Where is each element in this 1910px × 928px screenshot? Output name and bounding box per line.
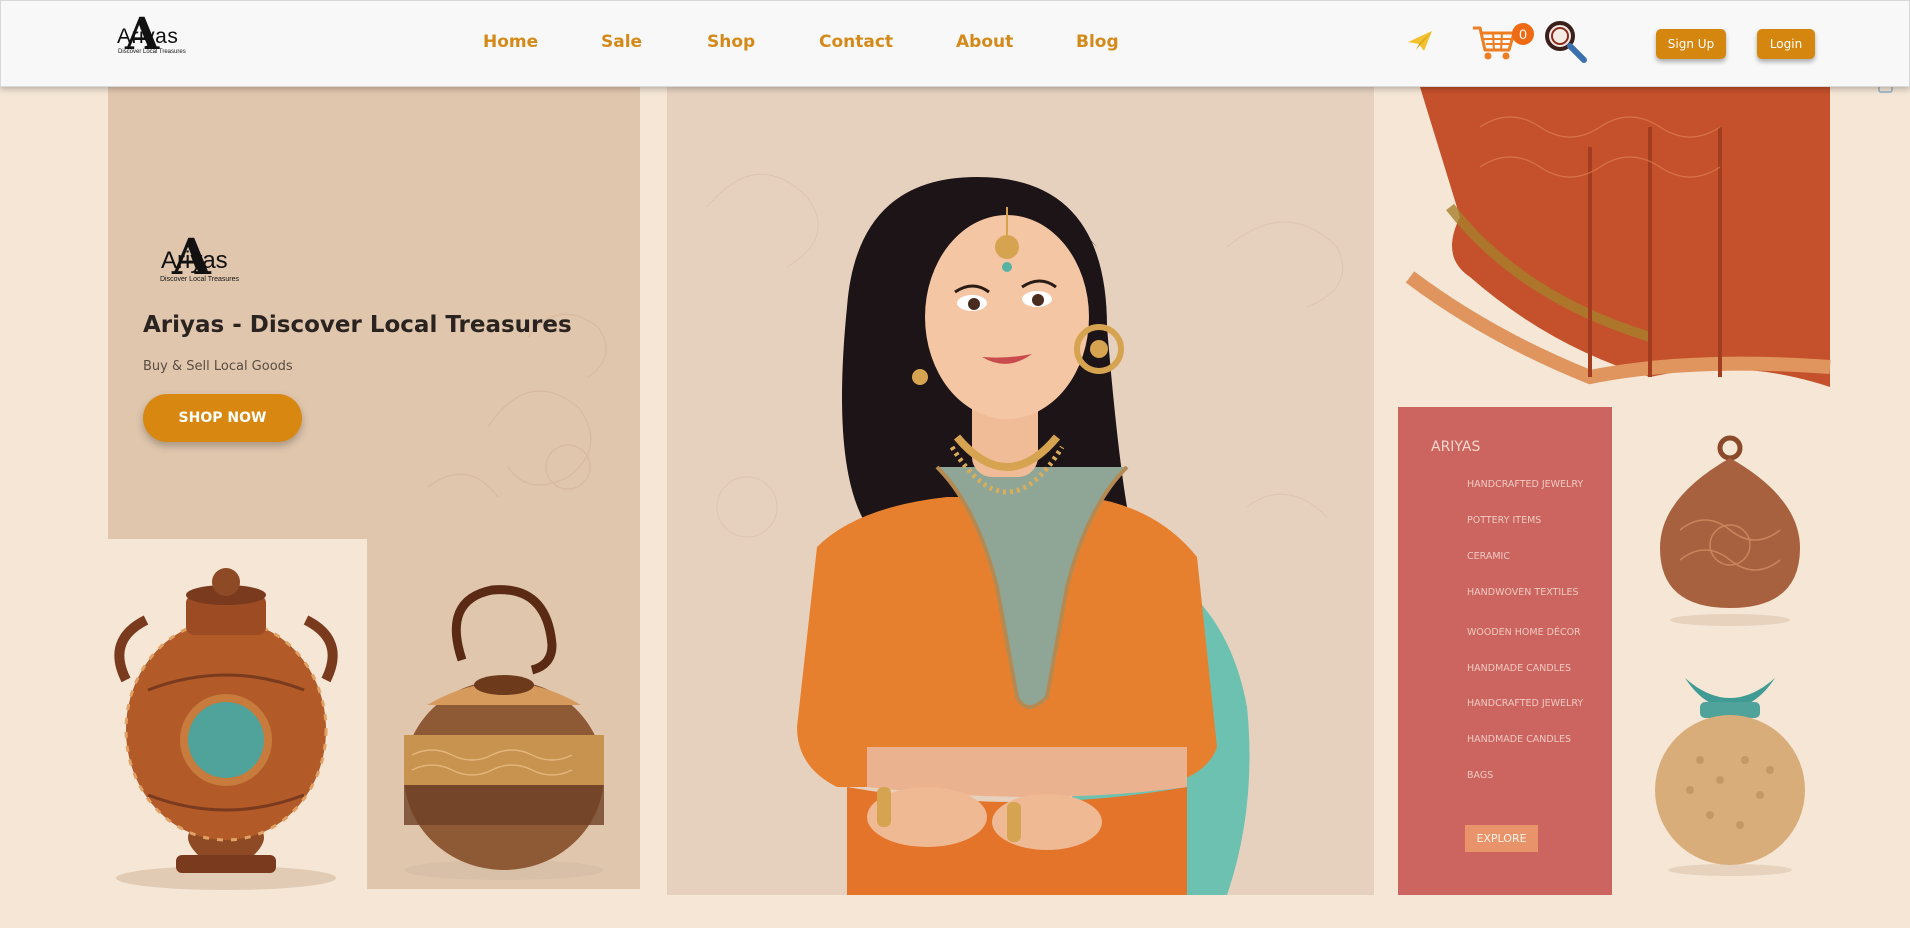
top-navigation-bar: A Ariyas Discover Local Treasures Home S…	[0, 0, 1910, 87]
hero-logo-tagline: Discover Local Treasures	[160, 276, 239, 283]
category-item[interactable]: HANDMADE CANDLES	[1467, 663, 1571, 674]
category-item[interactable]: HANDWOVEN TEXTILES	[1467, 587, 1578, 598]
gourd-basket-image	[1655, 678, 1805, 876]
cart-count-badge: 0	[1512, 23, 1534, 45]
category-item[interactable]: CERAMIC	[1467, 551, 1510, 562]
logo-tagline: Discover Local Treasures	[118, 49, 186, 55]
nav-home[interactable]: Home	[483, 32, 538, 52]
paper-plane-icon[interactable]	[1407, 30, 1433, 52]
hero-subtitle: Buy & Sell Local Goods	[143, 359, 293, 374]
nav-shop[interactable]: Shop	[707, 32, 755, 52]
category-item[interactable]: HANDCRAFTED JEWELRY	[1467, 698, 1583, 709]
nav-contact[interactable]: Contact	[819, 32, 893, 52]
woman-illustration	[706, 173, 1344, 895]
textile-image	[1405, 87, 1831, 387]
hero-portrait-image	[667, 87, 1374, 895]
explore-button[interactable]: EXPLORE	[1465, 825, 1538, 852]
kettle-pot-image	[404, 585, 604, 880]
ornament-bag-image	[1660, 435, 1800, 626]
cart-icon[interactable]	[1471, 22, 1517, 62]
vase-image	[114, 568, 338, 890]
category-item[interactable]: WOODEN HOME DÉCOR	[1467, 627, 1581, 638]
category-item[interactable]: POTTERY ITEMS	[1467, 515, 1541, 526]
login-button[interactable]: Login	[1757, 29, 1815, 59]
logo-wordmark: Ariyas	[117, 25, 179, 48]
hero-logo: A Ariyas Discover Local Treasures	[160, 232, 239, 288]
hero-logo-wordmark: Ariyas	[161, 247, 228, 274]
hero-title: Ariyas - Discover Local Treasures	[143, 312, 572, 338]
nav-blog[interactable]: Blog	[1076, 32, 1119, 52]
nav-about[interactable]: About	[956, 32, 1013, 52]
sign-up-button[interactable]: Sign Up	[1656, 29, 1726, 59]
category-menu-title: ARIYAS	[1431, 439, 1481, 455]
search-icon[interactable]	[1543, 19, 1587, 63]
category-item[interactable]: HANDMADE CANDLES	[1467, 734, 1571, 745]
site-logo[interactable]: A Ariyas Discover Local Treasures	[113, 13, 186, 61]
shop-now-button[interactable]: SHOP NOW	[143, 394, 302, 442]
category-item[interactable]: HANDCRAFTED JEWELRY	[1467, 479, 1583, 490]
nav-sale[interactable]: Sale	[601, 32, 642, 52]
category-item[interactable]: BAGS	[1467, 770, 1493, 781]
